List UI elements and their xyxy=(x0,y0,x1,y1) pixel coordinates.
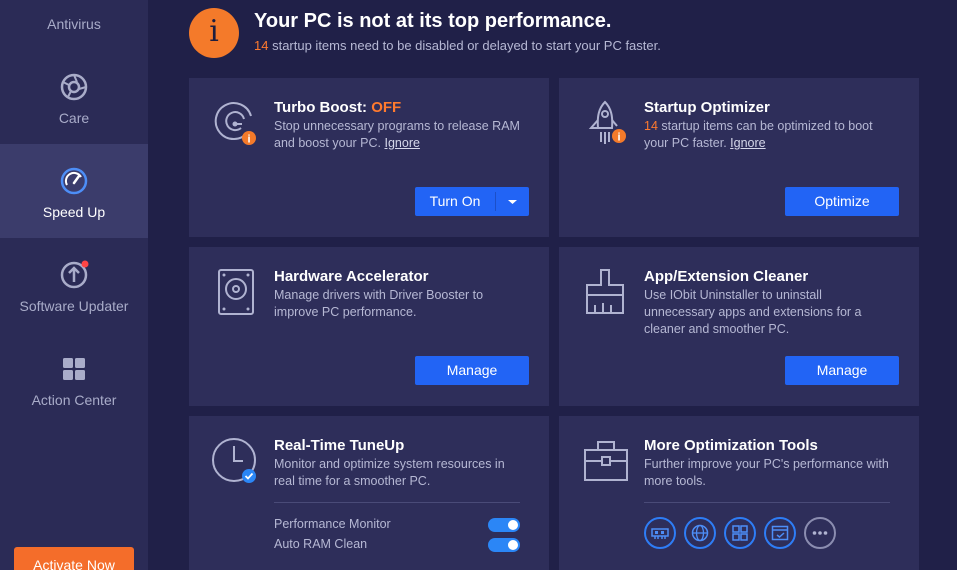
card-description: Monitor and optimize system resources in… xyxy=(274,457,505,488)
hard-drive-icon xyxy=(218,269,254,315)
manage-drivers-button[interactable]: Manage xyxy=(415,356,529,385)
sidebar-item-software-updater[interactable]: Software Updater xyxy=(0,238,148,332)
care-icon xyxy=(60,73,88,101)
turbo-status: OFF xyxy=(371,99,402,116)
hardware-accelerator-card: Hardware Accelerator Manage drivers with… xyxy=(189,247,549,406)
performance-monitor-toggle[interactable] xyxy=(488,518,520,532)
divider xyxy=(644,502,890,503)
manage-apps-button[interactable]: Manage xyxy=(785,356,899,385)
chevron-down-icon[interactable] xyxy=(496,187,529,216)
sidebar-item-label: Care xyxy=(58,110,90,126)
card-description: Manage drivers with Driver Booster to im… xyxy=(274,288,484,319)
sidebar-item-care[interactable]: Care xyxy=(0,47,148,141)
performance-monitor-row: Performance Monitor xyxy=(274,516,520,534)
optimize-button[interactable]: Optimize xyxy=(785,187,899,216)
speedometer-icon xyxy=(60,167,88,195)
card-title: Hardware Accelerator xyxy=(274,268,429,285)
page-title: Your PC is not at its top performance. xyxy=(254,10,612,32)
update-arrow-icon xyxy=(60,260,89,289)
auto-ram-clean-row: Auto RAM Clean xyxy=(274,536,520,554)
window-check-icon xyxy=(771,525,789,541)
ram-tool-button[interactable] xyxy=(644,517,676,549)
network-tool-button[interactable] xyxy=(684,517,716,549)
sidebar-item-action-center[interactable]: Action Center xyxy=(0,332,148,426)
sidebar-item-antivirus[interactable]: Antivirus xyxy=(0,0,148,47)
rocket-icon: i xyxy=(588,100,626,144)
window-tool-button[interactable] xyxy=(764,517,796,549)
brush-icon xyxy=(586,269,624,314)
more-tools-button[interactable] xyxy=(804,517,836,549)
sidebar-item-speed-up[interactable]: Speed Up xyxy=(0,144,148,238)
card-title: Startup Optimizer xyxy=(644,99,770,116)
clock-icon xyxy=(212,438,256,483)
card-description: Further improve your PC's performance wi… xyxy=(644,457,889,488)
ram-icon xyxy=(651,528,669,539)
grid-icon xyxy=(63,358,85,380)
card-title: Real-Time TuneUp xyxy=(274,437,405,454)
toolbox-icon xyxy=(584,441,628,481)
svg-text:i: i xyxy=(247,134,250,146)
toggle-label: Auto RAM Clean xyxy=(274,537,368,551)
page-subtitle: 14 startup items need to be disabled or … xyxy=(254,38,661,53)
app-extension-cleaner-card: App/Extension Cleaner Use IObit Uninstal… xyxy=(559,247,919,406)
ignore-link[interactable]: Ignore xyxy=(730,136,765,150)
turn-on-split-button: Turn On xyxy=(415,187,529,216)
card-description: Use IObit Uninstaller to uninstall unnec… xyxy=(644,288,862,336)
toggle-label: Performance Monitor xyxy=(274,517,391,531)
network-icon xyxy=(691,524,709,542)
turn-on-button[interactable]: Turn On xyxy=(415,187,495,216)
card-title: More Optimization Tools xyxy=(644,437,818,454)
grid-icon xyxy=(732,525,748,541)
real-time-tuneup-card: Real-Time TuneUp Monitor and optimize sy… xyxy=(189,416,549,570)
auto-ram-clean-toggle[interactable] xyxy=(488,538,520,552)
card-title: App/Extension Cleaner xyxy=(644,268,809,285)
more-optimization-tools-card: More Optimization Tools Further improve … xyxy=(559,416,919,570)
turbo-boost-card: i Turbo Boost: OFF Stop unnecessary prog… xyxy=(189,78,549,237)
card-description: 14 startup items can be optimized to boo… xyxy=(644,119,873,150)
svg-text:i: i xyxy=(617,132,620,144)
sidebar-item-label: Speed Up xyxy=(42,204,106,220)
sidebar: Antivirus Care Speed Up Software Updater xyxy=(0,0,148,570)
card-description: Stop unnecessary programs to release RAM… xyxy=(274,119,520,150)
activate-now-button[interactable]: Activate Now xyxy=(14,547,134,570)
card-title: Turbo Boost: OFF xyxy=(274,99,402,116)
startup-optimizer-card: i Startup Optimizer 14 startup items can… xyxy=(559,78,919,237)
more-icon xyxy=(812,531,828,535)
turbo-boost-icon: i xyxy=(214,102,256,146)
startup-count: 14 xyxy=(254,38,269,53)
ignore-link[interactable]: Ignore xyxy=(384,136,419,150)
notification-badge xyxy=(81,260,89,268)
divider xyxy=(274,502,520,503)
sidebar-item-label: Antivirus xyxy=(47,16,101,32)
sidebar-item-label: Software Updater xyxy=(19,298,129,314)
apps-tool-button[interactable] xyxy=(724,517,756,549)
warning-icon: i xyxy=(189,8,239,58)
sidebar-item-label: Action Center xyxy=(31,392,117,408)
